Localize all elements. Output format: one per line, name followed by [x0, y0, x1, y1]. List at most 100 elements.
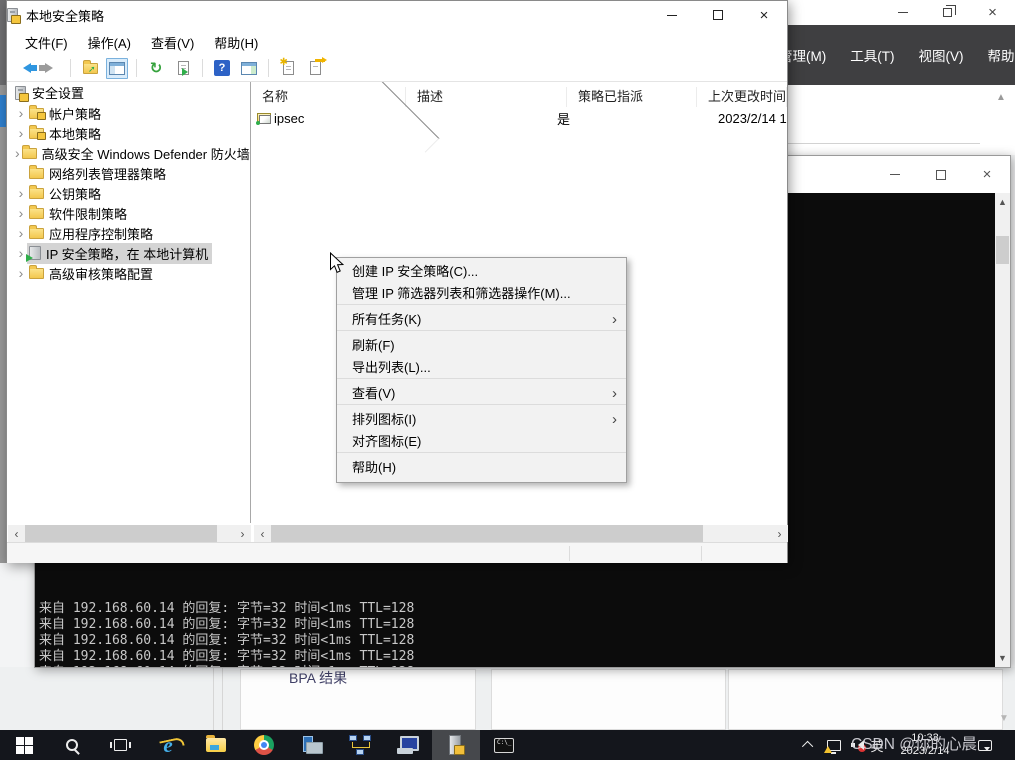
network-places-icon[interactable] [336, 730, 384, 760]
file-explorer-icon[interactable] [192, 730, 240, 760]
server-manager-menu-item[interactable]: 视图(V) [919, 45, 964, 65]
local-security-policy-window: 本地安全策略 × 文件(F)操作(A)查看(V)帮助(H) ➚ ↻ ? ✱ [6, 0, 788, 563]
task-view-icon[interactable] [96, 730, 144, 760]
search-icon[interactable] [48, 730, 96, 760]
context-menu-item[interactable]: 帮助(H) › [337, 457, 626, 479]
tree-item-label: 高级安全 Windows Defender 防火墙 [42, 144, 250, 163]
cmd-icon[interactable]: C:\_ [480, 730, 528, 760]
minimize-icon[interactable] [880, 0, 925, 25]
workstation-icon[interactable] [384, 730, 432, 760]
server-manager-menu-item[interactable]: 帮助(H) [988, 45, 1015, 65]
minimize-icon[interactable] [649, 1, 695, 29]
submenu-chevron-icon: › [612, 309, 617, 331]
context-menu-item[interactable]: 管理 IP 筛选器列表和筛选器操作(M)... › [337, 283, 626, 305]
tree-item-security-settings[interactable]: 安全设置 [7, 82, 250, 103]
context-menu-item-label: 查看(V) [352, 386, 395, 401]
menu-item[interactable]: 操作(A) [78, 29, 141, 56]
server-manager-icon[interactable] [288, 730, 336, 760]
close-icon[interactable]: × [964, 156, 1010, 193]
tree-horizontal-scrollbar[interactable]: ‹ › [8, 525, 251, 542]
scrollbar-thumb[interactable] [271, 525, 703, 542]
context-menu-item[interactable]: 导出列表(L)... › [337, 357, 626, 379]
secpol-icon[interactable] [432, 730, 480, 760]
scroll-up-icon[interactable]: ▲ [995, 197, 1010, 207]
network-status-icon[interactable] [823, 730, 845, 760]
context-menu-item-label: 排列图标(I) [352, 412, 416, 427]
ipsec-policy-icon [257, 113, 271, 124]
tree-item[interactable]: › 应用程序控制策略 [7, 223, 250, 243]
tray-chevron-icon[interactable] [799, 730, 819, 760]
back-icon[interactable] [13, 58, 35, 79]
folder-icon [29, 108, 44, 119]
new-policy-icon[interactable]: ✱ [277, 58, 299, 79]
menu-item[interactable]: 查看(V) [141, 29, 204, 56]
scroll-right-icon[interactable]: › [234, 525, 251, 542]
scrollbar-thumb[interactable] [996, 236, 1009, 264]
secpol-app-icon [7, 8, 18, 22]
context-menu-item[interactable]: 创建 IP 安全策略(C)... › [337, 261, 626, 283]
list-horizontal-scrollbar[interactable]: ‹ › [254, 525, 788, 542]
tree-item-label: 软件限制策略 [49, 204, 127, 223]
server-manager-menubar: 管理(M)工具(T)视图(V)帮助(H) [779, 25, 1015, 85]
scroll-left-icon[interactable]: ‹ [8, 525, 25, 542]
chrome-icon[interactable] [240, 730, 288, 760]
expand-chevron-icon[interactable]: › [15, 226, 27, 240]
tree-item[interactable]: › 网络列表管理器策略 [7, 163, 250, 183]
context-menu-item-label: 帮助(H) [352, 460, 396, 475]
scrollbar-thumb[interactable] [25, 525, 217, 542]
refresh-icon[interactable]: ↻ [145, 58, 167, 79]
divider [213, 667, 214, 730]
expand-chevron-icon[interactable]: › [15, 266, 27, 280]
policy-row[interactable]: ipsec 是 2023/2/14 1 [251, 109, 787, 128]
menu-item[interactable]: 文件(F) [15, 29, 78, 56]
scroll-down-icon[interactable]: ▼ [995, 653, 1010, 663]
tree-item[interactable]: › 本地策略 [7, 123, 250, 143]
cmd-vertical-scrollbar[interactable]: ▲ ▼ [995, 193, 1010, 667]
restore-icon[interactable] [925, 0, 970, 25]
start-icon[interactable] [0, 730, 48, 760]
status-bar [7, 542, 787, 563]
tree-item[interactable]: › 高级审核策略配置 [7, 263, 250, 283]
tree-item[interactable]: › IP 安全策略，在 本地计算机 [7, 243, 250, 263]
forward-icon[interactable] [40, 58, 62, 79]
help-icon[interactable]: ? [211, 58, 233, 79]
tree-item[interactable]: › 帐户策略 [7, 103, 250, 123]
show-console-tree-icon[interactable] [106, 58, 128, 79]
tree-item[interactable]: › 高级安全 Windows Defender 防火墙 [7, 143, 250, 163]
export-list-icon[interactable] [172, 58, 194, 79]
scroll-up-icon[interactable]: ▲ [996, 92, 1006, 103]
column-header[interactable]: 策略已指派 [567, 87, 697, 107]
server-manager-menu-item[interactable]: 工具(T) [850, 45, 894, 65]
ie-icon[interactable]: e [144, 730, 192, 760]
tree-item[interactable]: › 软件限制策略 [7, 203, 250, 223]
ping-output: 来自 192.168.60.14 的回复: 字节=32 时间<1ms TTL=1… [39, 553, 414, 667]
context-menu-item[interactable]: 所有任务(K) › [337, 309, 626, 331]
list-header: 名称描述策略已指派上次更改时间 [251, 85, 787, 109]
column-header[interactable]: 上次更改时间 [697, 87, 787, 107]
expand-chevron-icon[interactable]: › [15, 106, 27, 120]
context-menu-item[interactable]: 对齐图标(E) › [337, 431, 626, 453]
expand-chevron-icon[interactable]: › [15, 126, 27, 140]
mouse-cursor [329, 252, 344, 275]
scroll-down-icon[interactable]: ▼ [999, 713, 1009, 724]
show-action-pane-icon[interactable] [238, 58, 260, 79]
close-icon[interactable]: × [970, 0, 1015, 25]
maximize-icon[interactable] [695, 1, 741, 29]
menu-item[interactable]: 帮助(H) [204, 29, 268, 56]
expand-chevron-icon[interactable]: › [15, 186, 27, 200]
scroll-left-icon[interactable]: ‹ [254, 525, 271, 542]
manage-filter-lists-icon[interactable] [304, 58, 326, 79]
context-menu-item[interactable]: 刷新(F) › [337, 335, 626, 357]
context-menu-item[interactable]: 排列图标(I) › [337, 409, 626, 431]
scroll-right-icon[interactable]: › [771, 525, 788, 542]
lsp-menubar: 文件(F)操作(A)查看(V)帮助(H) [7, 29, 787, 55]
up-folder-icon[interactable]: ➚ [79, 58, 101, 79]
column-header[interactable]: 描述 [406, 87, 567, 107]
close-icon[interactable]: × [741, 1, 787, 29]
minimize-icon[interactable] [872, 156, 918, 193]
context-menu-item[interactable]: 查看(V) › [337, 383, 626, 405]
expand-chevron-icon[interactable]: › [15, 206, 27, 220]
folder-icon [29, 268, 44, 279]
maximize-icon[interactable] [918, 156, 964, 193]
tree-item[interactable]: › 公钥策略 [7, 183, 250, 203]
